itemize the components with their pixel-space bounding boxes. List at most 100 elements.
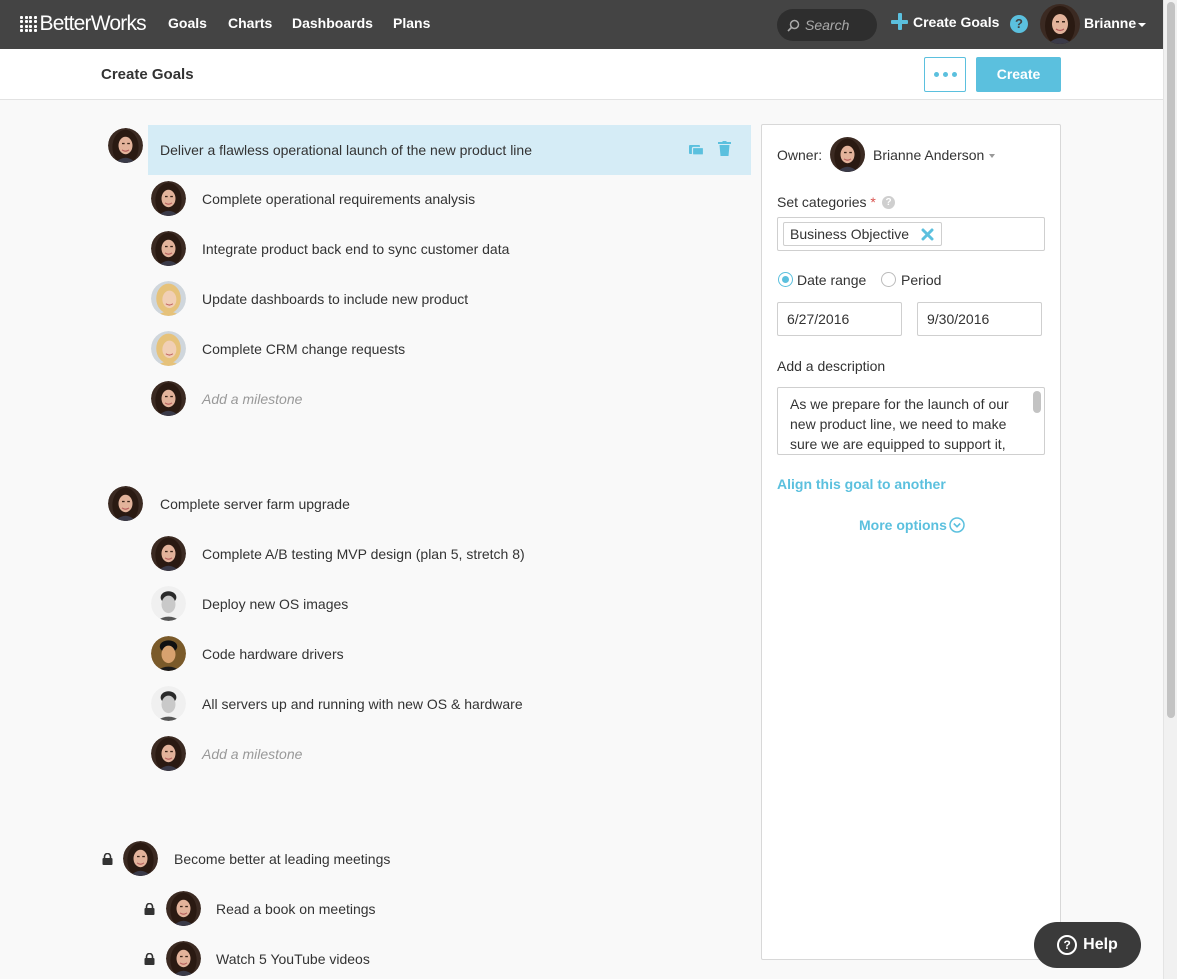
goal-title[interactable]: Become better at leading meetings <box>174 851 390 867</box>
categories-label: Set categories * <box>777 194 876 210</box>
nav-plans[interactable]: Plans <box>393 15 430 31</box>
milestone-owner-avatar[interactable] <box>151 281 186 316</box>
milestone-title[interactable]: Update dashboards to include new product <box>202 291 468 307</box>
milestone-owner-avatar[interactable] <box>151 381 186 416</box>
lock-icon <box>144 953 155 965</box>
create-goals-label: Create Goals <box>913 13 1000 30</box>
goal-row[interactable]: Deliver a flawless operational launch of… <box>148 125 751 175</box>
milestone-row[interactable]: Deploy new OS images <box>202 579 348 629</box>
create-goals-nav-button[interactable]: Create Goals <box>891 13 999 30</box>
help-label: Help <box>1083 936 1118 953</box>
nav-dashboards[interactable]: Dashboards <box>292 15 373 31</box>
goal-owner-avatar[interactable] <box>108 128 143 163</box>
category-tag-label: Business Objective <box>790 226 910 242</box>
add-milestone-input[interactable]: Add a milestone <box>202 391 302 407</box>
goal-title[interactable]: Deliver a flawless operational launch of… <box>160 142 532 158</box>
lock-icon <box>144 903 155 915</box>
logo[interactable]: BetterWorks <box>20 12 147 36</box>
chevron-down-icon[interactable] <box>989 154 995 158</box>
add-milestone-row[interactable]: Add a milestone <box>202 374 302 424</box>
milestone-owner-avatar[interactable] <box>151 736 186 771</box>
milestone-owner-avatar[interactable] <box>151 331 186 366</box>
milestone-title[interactable]: Code hardware drivers <box>202 646 344 662</box>
help-icon[interactable]: ? <box>1010 15 1028 33</box>
goal-owner-avatar[interactable] <box>108 486 143 521</box>
period-radio[interactable] <box>881 272 896 287</box>
milestone-title[interactable]: Integrate product back end to sync custo… <box>202 241 509 257</box>
milestone-row[interactable]: Code hardware drivers <box>202 629 344 679</box>
milestone-owner-avatar[interactable] <box>151 231 186 266</box>
milestone-title[interactable]: Complete operational requirements analys… <box>202 191 475 207</box>
page-header: Create Goals Create <box>0 49 1163 100</box>
trash-icon[interactable] <box>718 141 731 156</box>
milestone-row[interactable]: Complete CRM change requests <box>202 324 405 374</box>
nav-charts[interactable]: Charts <box>228 15 272 31</box>
goal-row[interactable]: Become better at leading meetings <box>174 834 390 884</box>
goal-row[interactable]: Complete server farm upgrade <box>160 479 350 529</box>
owner-label: Owner: <box>777 147 823 163</box>
categories-input[interactable]: Business Objective <box>777 217 1045 251</box>
milestone-title[interactable]: Complete CRM change requests <box>202 341 405 357</box>
milestone-title[interactable]: Read a book on meetings <box>216 901 376 917</box>
more-options-link[interactable]: More options <box>859 517 965 533</box>
period-label[interactable]: Period <box>901 272 941 288</box>
nav-goals[interactable]: Goals <box>168 15 207 31</box>
logo-text: BetterWorks <box>39 12 147 35</box>
description-text: As we prepare for the launch of our new … <box>790 396 1009 452</box>
milestone-title[interactable]: Deploy new OS images <box>202 596 348 612</box>
milestone-row[interactable]: Update dashboards to include new product <box>202 274 468 324</box>
milestone-owner-avatar[interactable] <box>151 636 186 671</box>
textarea-scrollbar[interactable] <box>1033 391 1041 413</box>
milestone-row[interactable]: Complete A/B testing MVP design (plan 5,… <box>202 529 525 579</box>
scrollbar-thumb[interactable] <box>1167 2 1175 718</box>
align-goal-link[interactable]: Align this goal to another <box>777 476 946 492</box>
description-textarea[interactable]: As we prepare for the launch of our new … <box>777 387 1045 455</box>
owner-name[interactable]: Brianne Anderson <box>873 147 984 163</box>
goal-title[interactable]: Complete server farm upgrade <box>160 496 350 512</box>
end-date-input[interactable]: 9/30/2016 <box>917 302 1042 336</box>
dot-icon <box>942 72 948 77</box>
milestone-title[interactable]: Complete A/B testing MVP design (plan 5,… <box>202 546 525 562</box>
milestone-row[interactable]: Complete operational requirements analys… <box>202 174 475 224</box>
question-icon: ? <box>1057 935 1078 955</box>
help-hint-icon[interactable]: ? <box>882 196 895 209</box>
start-date-input[interactable]: 6/27/2016 <box>777 302 902 336</box>
chevron-down-icon[interactable] <box>1138 23 1146 27</box>
milestone-row[interactable]: All servers up and running with new OS &… <box>202 679 523 729</box>
milestone-row[interactable]: Watch 5 YouTube videos <box>216 934 370 979</box>
remove-tag-icon[interactable] <box>921 228 934 241</box>
create-button[interactable]: Create <box>976 57 1061 92</box>
page-title: Create Goals <box>101 66 194 83</box>
milestone-owner-avatar[interactable] <box>151 586 186 621</box>
date-range-radio[interactable] <box>778 272 793 287</box>
milestone-title[interactable]: All servers up and running with new OS &… <box>202 696 523 712</box>
milestone-row[interactable]: Read a book on meetings <box>216 884 376 934</box>
required-mark: * <box>870 194 876 210</box>
milestone-owner-avatar[interactable] <box>166 941 201 976</box>
search-icon <box>787 19 800 32</box>
plus-icon <box>891 13 908 30</box>
milestone-row[interactable]: Integrate product back end to sync custo… <box>202 224 509 274</box>
add-milestone-input[interactable]: Add a milestone <box>202 746 302 762</box>
milestone-owner-avatar[interactable] <box>151 686 186 721</box>
user-name[interactable]: Brianne <box>1084 15 1136 31</box>
search-placeholder: Search <box>805 17 850 33</box>
help-button[interactable]: ? Help <box>1034 922 1141 968</box>
category-tag: Business Objective <box>783 222 943 246</box>
milestone-owner-avatar[interactable] <box>151 181 186 216</box>
goal-owner-avatar[interactable] <box>123 841 158 876</box>
goal-detail-panel: Owner: Brianne Anderson Set categories *… <box>761 124 1061 960</box>
description-label: Add a description <box>777 358 886 374</box>
duplicate-icon[interactable] <box>689 143 704 155</box>
milestone-owner-avatar[interactable] <box>151 536 186 571</box>
page-scrollbar[interactable] <box>1163 0 1177 979</box>
user-avatar[interactable] <box>1040 4 1080 44</box>
milestone-title[interactable]: Watch 5 YouTube videos <box>216 951 370 967</box>
owner-avatar[interactable] <box>830 137 865 172</box>
lock-icon <box>102 853 113 865</box>
search-input[interactable]: Search <box>777 9 877 41</box>
add-milestone-row[interactable]: Add a milestone <box>202 729 302 779</box>
more-options-button[interactable] <box>924 57 966 92</box>
date-range-label[interactable]: Date range <box>797 272 866 288</box>
milestone-owner-avatar[interactable] <box>166 891 201 926</box>
